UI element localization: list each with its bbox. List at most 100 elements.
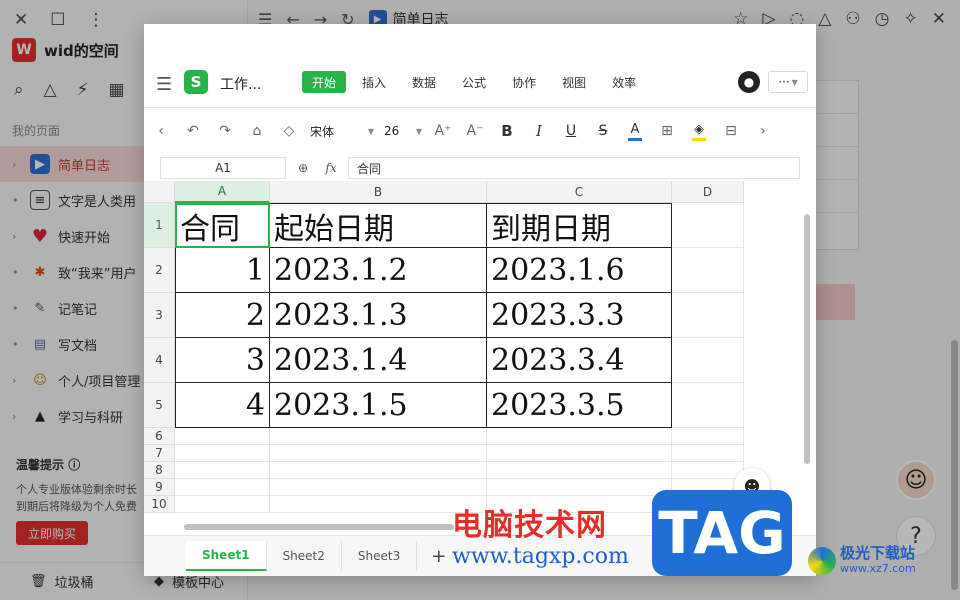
empty-cell[interactable] — [175, 462, 270, 479]
empty-cell[interactable] — [487, 445, 672, 462]
ribbon: ☰ S 工作... 开始 插入 数据 公式 协作 视图 效率 ● ··· ▼ — [144, 56, 816, 108]
italic-icon[interactable]: I — [528, 118, 550, 144]
tab-view[interactable]: 视图 — [552, 71, 596, 93]
column-header[interactable]: D — [672, 181, 744, 203]
formula-input[interactable]: 合同 — [348, 157, 800, 179]
sheet-tab[interactable]: Sheet2 — [267, 541, 342, 571]
collapse-left-icon[interactable]: ‹ — [150, 118, 172, 144]
empty-cell[interactable] — [270, 445, 487, 462]
empty-cell[interactable] — [270, 462, 487, 479]
cell-a3[interactable]: 2 — [175, 293, 270, 338]
user-icon[interactable]: ● — [738, 71, 760, 93]
font-size-select[interactable]: 26 ▼ — [384, 118, 422, 144]
site-logo-icon — [808, 547, 836, 575]
cell-d1[interactable] — [672, 203, 744, 248]
row-header[interactable]: 3 — [144, 293, 175, 338]
format-painter-icon[interactable]: ⌂ — [246, 118, 268, 144]
fill-color-icon[interactable]: ◈ — [688, 118, 710, 144]
vertical-scrollbar[interactable] — [802, 204, 812, 504]
cell-d3[interactable] — [672, 293, 744, 338]
cell-a1[interactable]: 合同 — [175, 203, 270, 248]
row-header[interactable]: 10 — [144, 496, 175, 513]
cell-a5[interactable]: 4 — [175, 383, 270, 428]
cell-b3[interactable]: 2023.1.3 — [270, 293, 487, 338]
tab-collab[interactable]: 协作 — [502, 71, 546, 93]
cell-c4[interactable]: 2023.3.4 — [487, 338, 672, 383]
empty-cell[interactable] — [487, 428, 672, 445]
empty-cell[interactable] — [175, 428, 270, 445]
cell-a2[interactable]: 1 — [175, 248, 270, 293]
chevron-down-icon: ▼ — [415, 126, 422, 136]
empty-cell[interactable] — [175, 479, 270, 496]
border-icon[interactable]: ⊞ — [656, 118, 678, 144]
scroll-thumb[interactable] — [184, 524, 454, 530]
menu-icon[interactable]: ☰ — [156, 74, 172, 95]
strikethrough-icon[interactable]: S — [592, 118, 614, 144]
underline-icon[interactable]: U — [560, 118, 582, 144]
tab-formula[interactable]: 公式 — [452, 71, 496, 93]
row-header[interactable]: 7 — [144, 445, 175, 462]
cell-a4[interactable]: 3 — [175, 338, 270, 383]
scroll-thumb[interactable] — [804, 214, 810, 464]
empty-cell[interactable] — [487, 462, 672, 479]
bold-icon[interactable]: B — [496, 118, 518, 144]
empty-cell[interactable] — [175, 496, 270, 513]
function-icon[interactable]: fx — [320, 161, 342, 175]
font-color-icon[interactable]: A — [624, 118, 646, 144]
row-header[interactable]: 4 — [144, 338, 175, 383]
row-header[interactable]: 5 — [144, 383, 175, 428]
eraser-icon[interactable]: ◇ — [278, 118, 300, 144]
file-title[interactable]: 工作... — [220, 74, 261, 94]
select-all-corner[interactable] — [144, 181, 175, 203]
add-sheet-icon[interactable]: + — [431, 546, 446, 567]
more-button[interactable]: ··· ▼ — [768, 71, 808, 93]
tab-start[interactable]: 开始 — [302, 71, 347, 93]
column-header[interactable]: C — [487, 181, 672, 203]
cell-d2[interactable] — [672, 248, 744, 293]
cell-c5[interactable]: 2023.3.5 — [487, 383, 672, 428]
ribbon-tabs: 开始 插入 数据 公式 协作 视图 效率 — [302, 71, 652, 93]
row-header[interactable]: 1 — [144, 203, 175, 248]
cell-b4[interactable]: 2023.1.4 — [270, 338, 487, 383]
name-box[interactable]: A1 — [160, 157, 286, 179]
row-header[interactable]: 9 — [144, 479, 175, 496]
cell-d4[interactable] — [672, 338, 744, 383]
cell-b5[interactable]: 2023.1.5 — [270, 383, 487, 428]
font-family-select[interactable]: 宋体 ▼ — [310, 118, 374, 144]
redo-icon[interactable]: ↷ — [214, 118, 236, 144]
font-decrease-icon[interactable]: A⁻ — [464, 118, 486, 144]
watermark-cn: 电脑技术网 — [452, 508, 607, 543]
cell-c3[interactable]: 2023.3.3 — [487, 293, 672, 338]
sheet-tab[interactable]: Sheet3 — [342, 541, 418, 571]
empty-cell[interactable] — [270, 428, 487, 445]
cell-b1[interactable]: 起始日期 — [270, 203, 487, 248]
empty-cell[interactable] — [672, 428, 744, 445]
empty-cell[interactable] — [270, 479, 487, 496]
sheet-tab[interactable]: Sheet1 — [186, 541, 267, 571]
row-header[interactable]: 8 — [144, 462, 175, 479]
tab-data[interactable]: 数据 — [402, 71, 446, 93]
tab-insert[interactable]: 插入 — [352, 71, 396, 93]
row-header[interactable]: 2 — [144, 248, 175, 293]
zoom-icon[interactable]: ⊕ — [292, 161, 314, 175]
cell-c1[interactable]: 到期日期 — [487, 203, 672, 248]
watermark-site: 极光下载站 www.xz7.com — [808, 546, 916, 576]
empty-cell[interactable] — [672, 462, 744, 479]
collapse-right-icon[interactable]: › — [752, 118, 774, 144]
site-url: www.xz7.com — [840, 562, 916, 575]
chevron-down-icon: ▼ — [791, 77, 798, 87]
cell-c2[interactable]: 2023.1.6 — [487, 248, 672, 293]
empty-cell[interactable] — [175, 445, 270, 462]
undo-icon[interactable]: ↶ — [182, 118, 204, 144]
cell-b2[interactable]: 2023.1.2 — [270, 248, 487, 293]
column-header[interactable]: A — [175, 181, 270, 203]
row-header[interactable]: 6 — [144, 428, 175, 445]
empty-cell[interactable] — [487, 479, 672, 496]
merge-cells-icon[interactable]: ⊟ — [720, 118, 742, 144]
cell-d5[interactable] — [672, 383, 744, 428]
column-header[interactable]: B — [270, 181, 487, 203]
tab-efficiency[interactable]: 效率 — [602, 71, 646, 93]
empty-cell[interactable] — [672, 445, 744, 462]
chevron-down-icon: ▼ — [367, 126, 374, 136]
font-increase-icon[interactable]: A⁺ — [432, 118, 454, 144]
